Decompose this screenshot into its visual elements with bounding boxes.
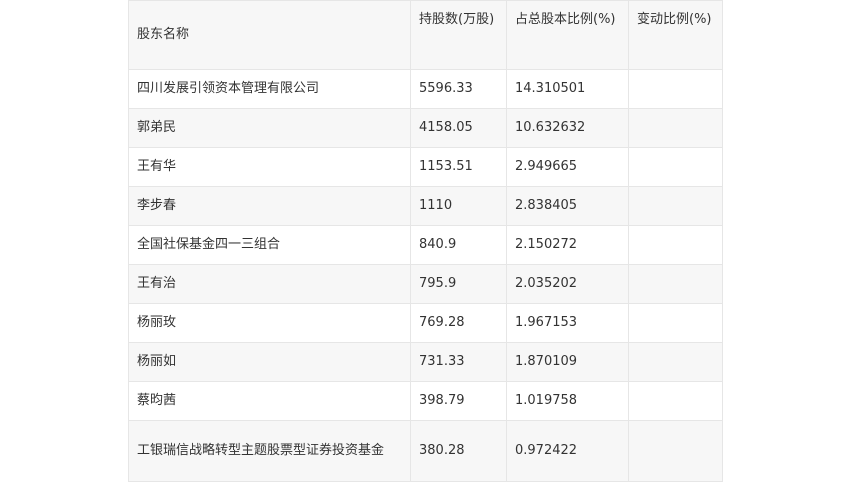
cell-shareholder-name: 王有华: [128, 147, 411, 187]
cell-share-ratio: 14.310501: [506, 69, 629, 109]
cell-change-ratio: [628, 69, 723, 109]
cell-change-ratio: [628, 381, 723, 421]
table-row: 王有华 1153.51 2.949665: [128, 147, 723, 187]
table-row: 工银瑞信战略转型主题股票型证券投资基金 380.28 0.972422: [128, 420, 723, 482]
header-shareholder-name: 股东名称: [128, 0, 411, 70]
table-row: 王有治 795.9 2.035202: [128, 264, 723, 304]
cell-change-ratio: [628, 342, 723, 382]
table-row: 郭弟民 4158.05 10.632632: [128, 108, 723, 148]
cell-share-ratio: 2.150272: [506, 225, 629, 265]
header-share-ratio: 占总股本比例(%): [506, 0, 629, 70]
cell-shareholder-name: 工银瑞信战略转型主题股票型证券投资基金: [128, 420, 411, 482]
cell-shares-held: 380.28: [410, 420, 507, 482]
cell-share-ratio: 2.838405: [506, 186, 629, 226]
cell-shares-held: 4158.05: [410, 108, 507, 148]
cell-share-ratio: 1.870109: [506, 342, 629, 382]
cell-shares-held: 840.9: [410, 225, 507, 265]
cell-shares-held: 1153.51: [410, 147, 507, 187]
cell-shareholder-name: 李步春: [128, 186, 411, 226]
cell-change-ratio: [628, 147, 723, 187]
cell-shareholder-name: 全国社保基金四一三组合: [128, 225, 411, 265]
cell-change-ratio: [628, 420, 723, 482]
cell-shareholder-name: 杨丽如: [128, 342, 411, 382]
cell-shares-held: 731.33: [410, 342, 507, 382]
cell-shareholder-name: 四川发展引领资本管理有限公司: [128, 69, 411, 109]
table-row: 全国社保基金四一三组合 840.9 2.150272: [128, 225, 723, 265]
table-row: 四川发展引领资本管理有限公司 5596.33 14.310501: [128, 69, 723, 109]
table-row: 李步春 1110 2.838405: [128, 186, 723, 226]
shareholder-table: 股东名称 持股数(万股) 占总股本比例(%) 变动比例(%) 四川发展引领资本管…: [128, 0, 723, 482]
table-header: 股东名称 持股数(万股) 占总股本比例(%) 变动比例(%): [128, 0, 723, 70]
cell-share-ratio: 1.019758: [506, 381, 629, 421]
cell-change-ratio: [628, 108, 723, 148]
cell-share-ratio: 10.632632: [506, 108, 629, 148]
cell-share-ratio: 2.035202: [506, 264, 629, 304]
cell-share-ratio: 1.967153: [506, 303, 629, 343]
cell-shareholder-name: 杨丽玫: [128, 303, 411, 343]
cell-shares-held: 1110: [410, 186, 507, 226]
table-row: 杨丽玫 769.28 1.967153: [128, 303, 723, 343]
cell-shares-held: 769.28: [410, 303, 507, 343]
cell-change-ratio: [628, 225, 723, 265]
table-header-row: 股东名称 持股数(万股) 占总股本比例(%) 变动比例(%): [128, 0, 723, 70]
table-row: 蔡昀茜 398.79 1.019758: [128, 381, 723, 421]
header-shares-held: 持股数(万股): [410, 0, 507, 70]
cell-shares-held: 795.9: [410, 264, 507, 304]
cell-shareholder-name: 郭弟民: [128, 108, 411, 148]
header-change-ratio: 变动比例(%): [628, 0, 723, 70]
cell-shares-held: 398.79: [410, 381, 507, 421]
cell-share-ratio: 0.972422: [506, 420, 629, 482]
shareholder-table-container: 股东名称 持股数(万股) 占总股本比例(%) 变动比例(%) 四川发展引领资本管…: [128, 0, 723, 482]
cell-shareholder-name: 王有治: [128, 264, 411, 304]
cell-change-ratio: [628, 186, 723, 226]
cell-shares-held: 5596.33: [410, 69, 507, 109]
table-body: 四川发展引领资本管理有限公司 5596.33 14.310501 郭弟民 415…: [128, 69, 723, 482]
cell-change-ratio: [628, 303, 723, 343]
cell-change-ratio: [628, 264, 723, 304]
table-row: 杨丽如 731.33 1.870109: [128, 342, 723, 382]
cell-share-ratio: 2.949665: [506, 147, 629, 187]
cell-shareholder-name: 蔡昀茜: [128, 381, 411, 421]
